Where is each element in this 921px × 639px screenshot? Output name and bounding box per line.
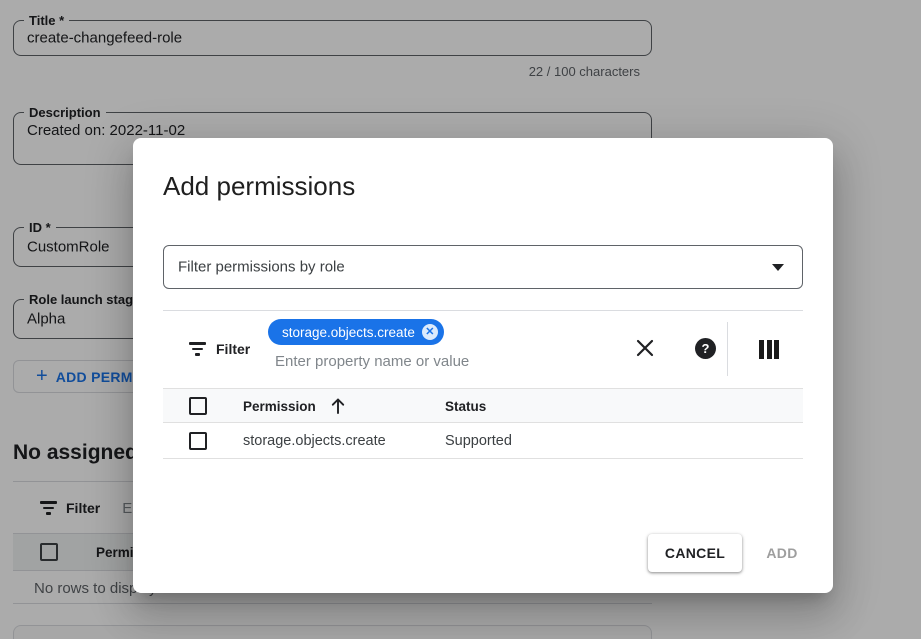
filter-label: Filter [216,341,250,357]
dialog-title: Add permissions [163,171,355,202]
chip-remove-icon[interactable]: ✕ [422,324,438,340]
filter-chip[interactable]: storage.objects.create ✕ [268,319,444,345]
row-status: Supported [445,433,512,449]
filter-icon [189,342,206,356]
help-icon[interactable]: ? [695,338,716,359]
cancel-button[interactable]: CANCEL [648,534,742,572]
status-column-header[interactable]: Status [445,399,486,414]
clear-filters-icon[interactable] [634,337,656,359]
create-role-page: Title * create-changefeed-role 22 / 100 … [0,0,921,639]
role-filter-select-value: Filter permissions by role [178,259,345,276]
add-permissions-dialog: Add permissions Filter permissions by ro… [133,138,833,593]
select-all-checkbox[interactable] [189,397,207,415]
chevron-down-icon [772,264,784,271]
add-button[interactable]: ADD [750,534,814,572]
filter-chip-label: storage.objects.create [282,325,415,340]
filter-input[interactable] [273,350,613,372]
role-filter-select[interactable]: Filter permissions by role [163,245,803,289]
row-permission: storage.objects.create [243,433,386,449]
divider [727,322,728,376]
row-checkbox[interactable] [189,432,207,450]
divider [163,310,803,311]
column-display-icon[interactable] [759,340,779,359]
table-row[interactable]: storage.objects.create Supported [163,424,803,459]
permission-column-header[interactable]: Permission [243,399,316,414]
dialog-table-header: Permission Status [163,388,803,423]
sort-ascending-icon[interactable] [329,397,347,415]
